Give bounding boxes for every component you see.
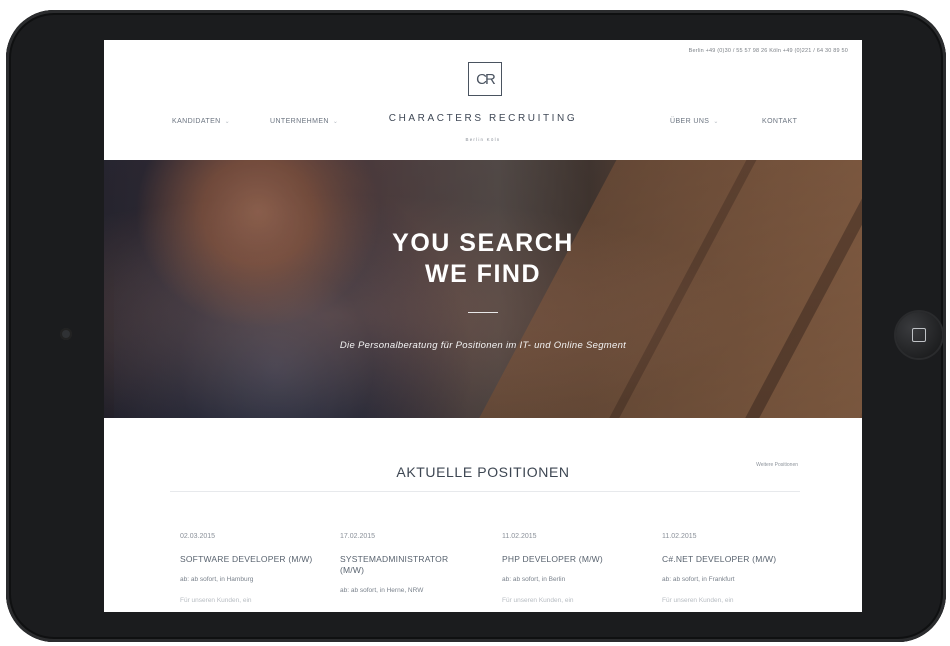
job-date: 17.02.2015 (340, 533, 376, 540)
nav-item-ueber-uns[interactable]: ÜBER UNS ⌄ (670, 118, 719, 125)
job-meta: ab: ab sofort, in Hamburg (180, 576, 254, 583)
job-meta: ab: ab sofort, in Frankfurt (662, 576, 735, 583)
job-card[interactable]: 02.03.2015 SOFTWARE DEVELOPER (M/W) ab: … (180, 533, 330, 605)
nav-label: ÜBER UNS (670, 118, 710, 125)
job-meta: ab: ab sofort, in Berlin (502, 576, 566, 583)
job-card[interactable]: 11.02.2015 PHP DEVELOPER (M/W) ab: ab so… (502, 533, 652, 605)
website-screen: Berlin +49 (0)30 / 55 57 98 26 Köln +49 … (104, 40, 862, 612)
nav-label: KONTAKT (762, 118, 798, 125)
chevron-down-icon: ⌄ (224, 119, 231, 125)
section-title: AKTUELLE POSITIONEN (396, 464, 570, 480)
job-card[interactable]: 11.02.2015 C#.NET DEVELOPER (M/W) ab: ab… (662, 533, 812, 605)
camera-icon (60, 328, 72, 340)
home-button[interactable] (896, 312, 942, 358)
job-teaser: Für unseren Kunden, ein (180, 597, 252, 604)
job-meta: ab: ab sofort, in Herne, NRW (340, 587, 424, 594)
hero-subtitle: Die Personalberatung für Positionen im I… (339, 340, 627, 351)
hero-divider (468, 312, 498, 313)
job-date: 11.02.2015 (662, 533, 697, 540)
nav-item-unternehmen[interactable]: UNTERNEHMEN ⌄ (270, 118, 338, 125)
brand-locations: Berlin Köln (465, 137, 501, 142)
hero-title-line2: WE FIND (424, 260, 542, 288)
chevron-down-icon: ⌄ (332, 119, 339, 125)
nav-item-kandidaten[interactable]: KANDIDATEN ⌄ (172, 118, 230, 125)
job-teaser: Für unseren Kunden, ein (502, 597, 574, 604)
contact-info: Berlin +49 (0)30 / 55 57 98 26 Köln +49 … (688, 48, 848, 54)
job-card[interactable]: 17.02.2015 SYSTEMADMINISTRATOR (M/W) ab:… (340, 533, 460, 607)
job-date: 11.02.2015 (502, 533, 537, 540)
nav-item-kontakt[interactable]: KONTAKT (762, 118, 797, 125)
logo[interactable]: CR (468, 62, 502, 96)
job-title[interactable]: C#.NET DEVELOPER (M/W) (662, 554, 812, 565)
job-date: 02.03.2015 (180, 533, 216, 540)
job-teaser: Für unseren Kunden, ein (662, 597, 734, 604)
job-title[interactable]: SYSTEMADMINISTRATOR (M/W) (340, 554, 460, 576)
nav-label: KANDIDATEN (172, 118, 221, 125)
hero-banner: YOU SEARCH WE FIND Die Personalberatung … (104, 160, 862, 418)
hero-title-line1: YOU SEARCH (392, 229, 574, 257)
chevron-down-icon: ⌄ (713, 119, 719, 125)
section-divider (170, 491, 800, 492)
job-title[interactable]: SOFTWARE DEVELOPER (M/W) (180, 554, 330, 565)
nav-label: UNTERNEHMEN (270, 118, 329, 125)
job-title[interactable]: PHP DEVELOPER (M/W) (502, 554, 652, 565)
more-positions-link[interactable]: Weitere Positionen (756, 462, 798, 468)
hero-title: YOU SEARCH WE FIND (104, 228, 862, 290)
